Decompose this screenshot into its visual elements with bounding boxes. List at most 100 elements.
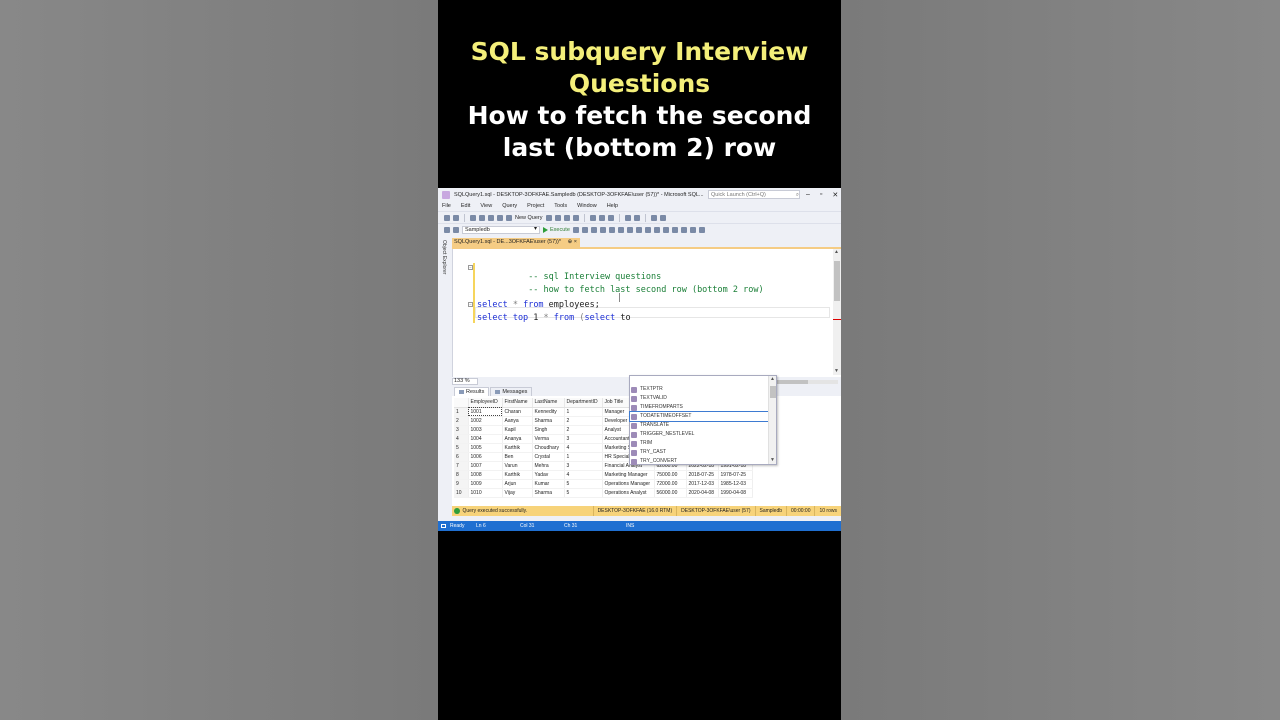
tab-results[interactable]: Results: [454, 387, 490, 396]
decrease-indent-icon[interactable]: [680, 226, 687, 233]
table-cell[interactable]: 72000.00: [654, 479, 687, 489]
parse-checkmark-icon[interactable]: [581, 226, 588, 233]
table-cell[interactable]: Mehra: [532, 461, 565, 471]
open-file-icon[interactable]: [479, 214, 485, 221]
quick-launch-input[interactable]: Quick Launch (Ctrl+Q) ⌕: [708, 190, 800, 199]
column-header[interactable]: FirstName: [502, 398, 533, 408]
connect-icon[interactable]: [444, 226, 450, 233]
tab-messages[interactable]: Messages: [490, 387, 533, 396]
table-cell[interactable]: Verma: [532, 434, 565, 444]
table-cell[interactable]: 1001: [468, 407, 503, 417]
copy-icon[interactable]: [598, 214, 605, 221]
table-cell[interactable]: 1010: [468, 488, 503, 498]
table-cell[interactable]: 75000.00: [654, 470, 687, 480]
scroll-down-icon[interactable]: ▼: [770, 457, 775, 463]
menu-project[interactable]: Project: [527, 203, 544, 209]
table-cell[interactable]: Kapil: [502, 425, 533, 435]
increase-indent-icon[interactable]: [689, 226, 696, 233]
query-editor[interactable]: − − -- sql Interview questions -- how to…: [452, 249, 841, 377]
cut-icon[interactable]: [589, 214, 596, 221]
menu-edit[interactable]: Edit: [461, 203, 470, 209]
forward-icon[interactable]: [453, 214, 459, 221]
scrollbar-thumb[interactable]: [834, 261, 840, 301]
table-cell[interactable]: 1008: [468, 470, 503, 480]
close-tab-icon[interactable]: ×: [574, 239, 577, 245]
table-cell[interactable]: Ben: [502, 452, 533, 462]
table-cell[interactable]: Sharma: [532, 488, 565, 498]
row-number-cell[interactable]: 7: [454, 461, 469, 471]
scrollbar-thumb[interactable]: [770, 386, 776, 398]
menu-window[interactable]: Window: [577, 203, 597, 209]
close-icon[interactable]: ✕: [832, 191, 838, 199]
paste-icon[interactable]: [607, 214, 614, 221]
row-number-cell[interactable]: 10: [454, 488, 469, 498]
query-icon[interactable]: [545, 214, 552, 221]
intellisense-item[interactable]: TIMEFROMPARTS: [630, 403, 776, 412]
execute-button[interactable]: Execute: [543, 226, 570, 233]
table-cell[interactable]: 3: [564, 434, 603, 444]
table-cell[interactable]: Karthik: [502, 443, 533, 453]
table-cell[interactable]: 1007: [468, 461, 503, 471]
table-cell[interactable]: Varun: [502, 461, 533, 471]
table-cell[interactable]: 3: [564, 461, 603, 471]
row-number-cell[interactable]: 8: [454, 470, 469, 480]
table-cell[interactable]: 4: [564, 443, 603, 453]
menu-query[interactable]: Query: [502, 203, 517, 209]
menu-file[interactable]: File: [442, 203, 451, 209]
xmla-query-icon[interactable]: [572, 214, 579, 221]
object-explorer-collapsed-pane[interactable]: Object Explorer: [438, 236, 451, 519]
table-cell[interactable]: Aanya: [502, 416, 533, 426]
table-cell[interactable]: Marketing Manager: [602, 470, 655, 480]
row-number-cell[interactable]: 1: [454, 407, 469, 417]
intellisense-item[interactable]: TEXTVALID: [630, 394, 776, 403]
scroll-up-icon[interactable]: ▲: [834, 249, 839, 255]
column-header[interactable]: DepartmentID: [564, 398, 603, 408]
table-cell[interactable]: 2: [564, 425, 603, 435]
row-number-cell[interactable]: 2: [454, 416, 469, 426]
table-cell[interactable]: Operations Analyst: [602, 488, 655, 498]
intellisense-item[interactable]: TRIGGER_NESTLEVEL: [630, 430, 776, 439]
intellisense-item[interactable]: TRANSLATE: [630, 421, 776, 430]
new-query-icon[interactable]: [506, 214, 512, 221]
table-cell[interactable]: Vijay: [502, 488, 533, 498]
maximize-icon[interactable]: ▫: [820, 191, 822, 199]
editor-vertical-scrollbar[interactable]: ▲ ▼: [833, 249, 841, 375]
column-header[interactable]: LastName: [532, 398, 565, 408]
menu-tools[interactable]: Tools: [554, 203, 567, 209]
save-all-icon[interactable]: [497, 214, 503, 221]
table-cell[interactable]: 1978-07-25: [718, 470, 753, 480]
intellisense-item[interactable]: TODATETIMEOFFSET: [629, 411, 769, 422]
stop-icon[interactable]: [572, 226, 579, 233]
table-cell[interactable]: Operations Manager: [602, 479, 655, 489]
table-cell[interactable]: 1006: [468, 452, 503, 462]
table-cell[interactable]: 2017-12-03: [686, 479, 719, 489]
table-cell[interactable]: Kumar: [532, 479, 565, 489]
zoom-level-select[interactable]: 133 %: [452, 378, 478, 385]
save-icon[interactable]: [488, 214, 494, 221]
undo-icon[interactable]: [624, 214, 631, 221]
table-cell[interactable]: 1990-04-08: [718, 488, 753, 498]
intellisense-scrollbar[interactable]: ▲ ▼: [768, 376, 776, 464]
table-cell[interactable]: Ananya: [502, 434, 533, 444]
mdx-query-icon[interactable]: [554, 214, 561, 221]
table-cell[interactable]: Kennedity: [532, 407, 565, 417]
tab-sqlquery1[interactable]: SQLQuery1.sql - DE...3OFKFAE\user (57))*…: [452, 238, 580, 247]
table-cell[interactable]: 2020-04-08: [686, 488, 719, 498]
intellisense-icon[interactable]: [608, 226, 615, 233]
column-header[interactable]: EmployeeID: [468, 398, 503, 408]
table-cell[interactable]: 56000.00: [654, 488, 687, 498]
table-row[interactable]: 9 1009 Arjun Kumar 5 Operations Manager 72000.…: [454, 479, 753, 489]
dmx-query-icon[interactable]: [563, 214, 570, 221]
client-statistics-icon[interactable]: [626, 226, 633, 233]
table-cell[interactable]: 1: [564, 407, 603, 417]
table-cell[interactable]: 2018-07-25: [686, 470, 719, 480]
table-cell[interactable]: Choudhary: [532, 443, 565, 453]
table-cell[interactable]: 1003: [468, 425, 503, 435]
results-to-grid-icon[interactable]: [644, 226, 651, 233]
solution-explorer-icon[interactable]: [650, 214, 657, 221]
display-plan-icon[interactable]: [590, 226, 597, 233]
disconnect-icon[interactable]: [453, 226, 459, 233]
table-cell[interactable]: Yadav: [532, 470, 565, 480]
specify-values-icon[interactable]: [698, 226, 705, 233]
menu-view[interactable]: View: [480, 203, 492, 209]
